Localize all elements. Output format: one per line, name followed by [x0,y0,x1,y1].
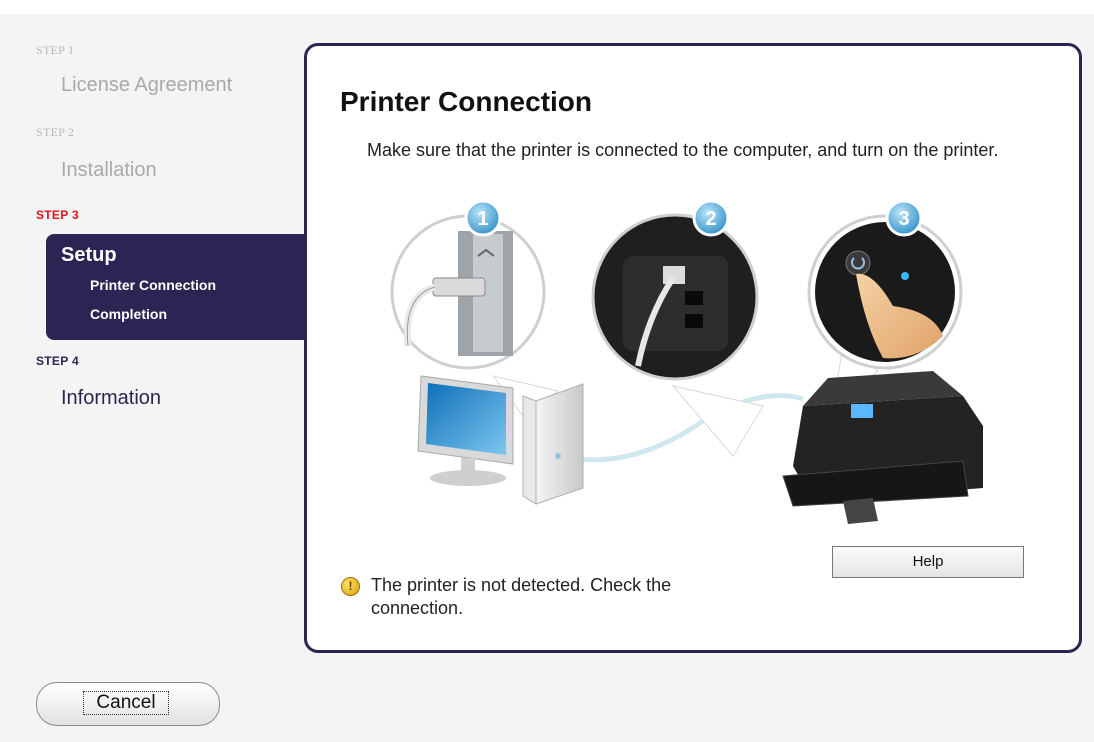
steps-sidebar: STEP 1 License Agreement STEP 2 Installa… [0,14,308,654]
step1-label: STEP 1 [36,43,75,57]
printer-port-callout [591,213,759,381]
step2-title: Installation [61,159,157,181]
step3-label: STEP 3 [36,208,79,222]
instruction-text: Make sure that the printer is connected … [367,140,999,160]
usb-cable-path [552,392,804,463]
power-button-callout [807,214,963,370]
cancel-button[interactable]: Cancel [36,682,220,726]
top-strip [0,0,1094,14]
step-badge-2: 2 [692,199,730,237]
badge-1-number: 1 [477,208,488,230]
cancel-label: Cancel [83,691,169,715]
page-title: Printer Connection [340,86,593,117]
badge-2-number: 2 [705,208,716,230]
current-step-block: Setup Printer Connection Completion [46,234,308,340]
step4-label: STEP 4 [36,354,79,368]
substep-completion: Completion [90,306,167,322]
step1-title: License Agreement [61,74,233,96]
connection-illustration: 1 2 3 [390,199,983,524]
usb-port-callout [390,214,546,370]
step4-title: Information [61,387,162,409]
substep-printer-connection: Printer Connection [90,277,217,293]
step2-label: STEP 2 [36,125,75,139]
printer-illustration [782,371,983,524]
step-badge-3: 3 [885,199,923,237]
main-panel: Printer Connection Make sure that the pr… [304,43,1082,653]
warning-icon: ! [341,577,360,596]
help-button[interactable]: Help [832,546,1024,578]
step-badge-1: 1 [464,199,502,237]
callout-tail-2 [671,385,764,457]
computer-illustration [417,375,584,505]
step3-title: Setup [61,244,117,266]
badge-3-number: 3 [898,208,909,230]
warning-message: The printer is not detected. Check the c… [371,575,672,618]
